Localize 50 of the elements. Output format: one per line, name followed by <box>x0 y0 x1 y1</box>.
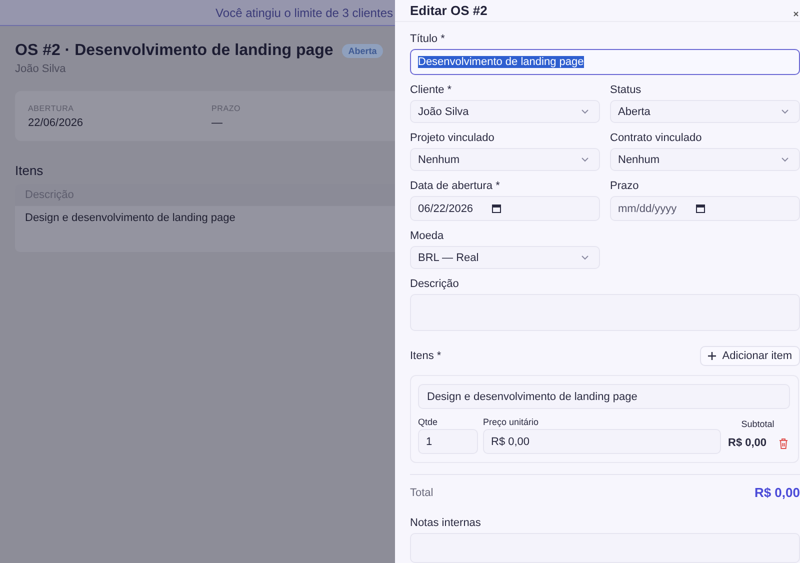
field-label: Contrato vinculado <box>610 132 703 144</box>
select-field[interactable]: BRL — Real <box>410 246 600 269</box>
chevron-down-icon <box>581 109 589 114</box>
select-field[interactable]: Aberta <box>610 100 800 123</box>
plus-icon <box>708 352 716 360</box>
total-value: R$ 0,00 <box>754 485 800 500</box>
description-field[interactable]: Design e desenvolvimento de landing page <box>418 384 790 409</box>
table-cell: Design e desenvolvimento de landing page <box>25 212 236 224</box>
field-label: Itens * <box>410 350 442 362</box>
price-field[interactable]: R$ 0,00 <box>483 429 721 454</box>
section-heading: Itens <box>15 163 44 178</box>
calendar-icon <box>696 204 705 213</box>
field-label: Projeto vinculado <box>410 132 496 144</box>
close-icon[interactable] <box>793 11 799 19</box>
chevron-down-icon <box>581 255 589 260</box>
status-badge: Aberta <box>342 44 383 58</box>
trash-icon[interactable] <box>778 438 788 448</box>
total-label: Total <box>410 486 434 498</box>
field-label: Data de abertura * <box>410 180 501 192</box>
date-field[interactable]: mm/dd/yyyy <box>610 196 800 221</box>
banner-text: Você atingiu o limite de 3 clientes <box>216 6 393 20</box>
field-label: Qtde <box>418 417 439 427</box>
chevron-down-icon <box>781 157 789 162</box>
page-title: OS #2 · Desenvolvimento de landing page <box>15 42 334 60</box>
field-label: Notas internas <box>410 517 482 529</box>
chevron-down-icon <box>781 109 789 114</box>
add-item-button[interactable]: Adicionar item <box>700 346 800 366</box>
field-label: Subtotal <box>741 419 774 429</box>
select-field[interactable]: Nenhum <box>410 148 600 171</box>
title-field[interactable]: Desenvolvimento de landing page <box>410 49 800 75</box>
field-label: Status <box>610 84 642 96</box>
subtotal-value: R$ 0,00 <box>728 437 767 449</box>
drawer-title: Editar OS #2 <box>410 3 488 18</box>
select-field[interactable]: João Silva <box>410 100 600 123</box>
field-label: Prazo <box>610 180 640 192</box>
field-label: Cliente * <box>410 84 453 96</box>
calendar-icon <box>492 204 502 213</box>
field-label: Descrição <box>410 278 460 290</box>
field-value: 22/06/2026 <box>28 116 84 128</box>
select-field[interactable]: Nenhum <box>610 148 800 171</box>
date-field[interactable]: 06/22/2026 <box>410 196 600 221</box>
field-label: Moeda <box>410 230 445 242</box>
field-label: Preço unitário <box>483 417 540 427</box>
client-name: João Silva <box>15 63 67 75</box>
quantity-field[interactable]: 1 <box>418 429 478 454</box>
field-value: — <box>212 116 224 128</box>
field-label: PRAZO <box>212 104 242 112</box>
field-label: Título * <box>410 33 446 45</box>
chevron-down-icon <box>581 157 589 162</box>
field-label: ABERTURA <box>28 104 75 112</box>
